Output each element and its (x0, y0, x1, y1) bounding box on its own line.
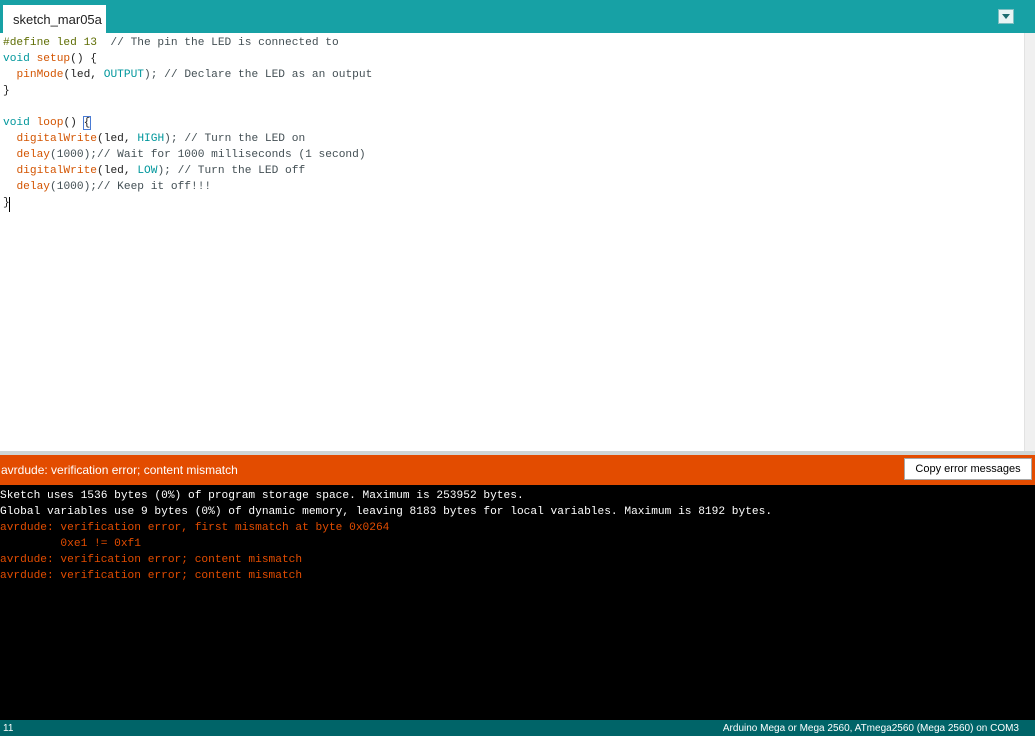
code-token: } (3, 85, 10, 97)
code-keyword: void (3, 117, 30, 129)
console-line: Global variables use 9 bytes (0%) of dyn… (0, 506, 773, 518)
code-line-2: void setup() { (3, 51, 97, 67)
console-error-line: avrdude: verification error; content mis… (0, 570, 303, 582)
code-line-8: delay(1000);// Wait for 1000 millisecond… (3, 147, 366, 163)
code-comment: (1000);// Keep it off!!! (50, 181, 212, 193)
copy-error-messages-button[interactable]: Copy error messages (904, 458, 1032, 480)
code-keyword: void (3, 53, 30, 65)
code-comment: (1000);// Wait for 1000 milliseconds (1 … (50, 149, 366, 161)
code-token: (led, (97, 133, 138, 145)
code-function: delay (16, 149, 51, 161)
footer-status-bar: 11 Arduino Mega or Mega 2560, ATmega2560… (0, 720, 1035, 736)
matched-brace: { (82, 116, 92, 130)
code-line-10: delay(1000);// Keep it off!!! (3, 179, 211, 195)
arduino-ide-window: sketch_mar05a #define led 13 // The pin … (0, 0, 1035, 736)
code-comment: ); // Turn the LED off (157, 165, 306, 177)
code-line-1: #define led 13 // The pin the LED is con… (3, 35, 339, 51)
code-constant: OUTPUT (103, 69, 145, 81)
editor-scrollbar[interactable] (1024, 33, 1035, 451)
text-caret (9, 197, 10, 212)
code-token: (led, (63, 69, 104, 81)
code-token: (led, (97, 165, 138, 177)
status-bar: avrdude: verification error; content mis… (0, 455, 1035, 485)
code-token: () { (70, 53, 98, 65)
chevron-down-icon (1002, 14, 1010, 19)
code-comment: ); // Turn the LED on (164, 133, 306, 145)
code-comment: // The pin the LED is connected to (97, 37, 339, 49)
board-port-info: Arduino Mega or Mega 2560, ATmega2560 (M… (722, 723, 1019, 734)
code-function: digitalWrite (16, 133, 98, 145)
console-output[interactable]: Sketch uses 1536 bytes (0%) of program s… (0, 485, 1035, 720)
code-function: setup (36, 53, 71, 65)
console-error-line: 0xe1 != 0xf1 (0, 538, 141, 550)
code-function: loop (36, 117, 64, 129)
code-function: delay (16, 181, 51, 193)
code-constant: HIGH (137, 133, 165, 145)
line-number: 11 (3, 723, 14, 734)
code-function: digitalWrite (16, 165, 98, 177)
code-line-9: digitalWrite(led, LOW); // Turn the LED … (3, 163, 305, 179)
code-editor[interactable]: #define led 13 // The pin the LED is con… (0, 33, 1024, 451)
console-error-line: avrdude: verification error, first misma… (0, 522, 390, 534)
code-comment: ); // Declare the LED as an output (144, 69, 373, 81)
tab-menu-button[interactable] (998, 9, 1014, 24)
code-line-7: digitalWrite(led, HIGH); // Turn the LED… (3, 131, 305, 147)
code-token: #define led 13 (3, 37, 97, 49)
code-constant: LOW (137, 165, 158, 177)
code-line-4: } (3, 83, 10, 99)
console-error-line: avrdude: verification error; content mis… (0, 554, 303, 566)
code-function: pinMode (16, 69, 64, 81)
console-line: Sketch uses 1536 bytes (0%) of program s… (0, 490, 524, 502)
tab-bar: sketch_mar05a (0, 0, 1035, 33)
code-line-3: pinMode(led, OUTPUT); // Declare the LED… (3, 67, 372, 83)
tab-sketch[interactable]: sketch_mar05a (3, 5, 106, 33)
status-message: avrdude: verification error; content mis… (1, 463, 238, 477)
code-token: () (63, 117, 84, 129)
code-line-6: void loop() { (3, 115, 92, 131)
